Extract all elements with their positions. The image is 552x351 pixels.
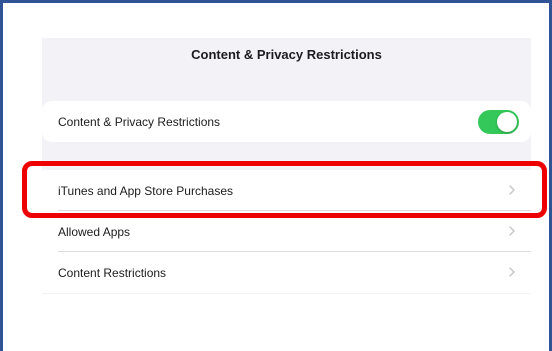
page-title: Content & Privacy Restrictions <box>191 47 382 62</box>
highlight-box <box>22 161 547 218</box>
restrictions-toggle-switch[interactable] <box>478 110 519 134</box>
toggle-knob <box>497 112 517 132</box>
chevron-right-icon <box>509 267 515 277</box>
restrictions-toggle-row: Content & Privacy Restrictions <box>42 101 531 142</box>
restrictions-toggle-group: Content & Privacy Restrictions <box>42 101 531 142</box>
chevron-right-icon <box>509 226 515 236</box>
list-item-label: Content Restrictions <box>58 265 167 280</box>
list-item-content-restrictions[interactable]: Content Restrictions <box>42 252 531 293</box>
list-item-label: Allowed Apps <box>58 224 131 239</box>
restrictions-toggle-label: Content & Privacy Restrictions <box>58 114 221 129</box>
